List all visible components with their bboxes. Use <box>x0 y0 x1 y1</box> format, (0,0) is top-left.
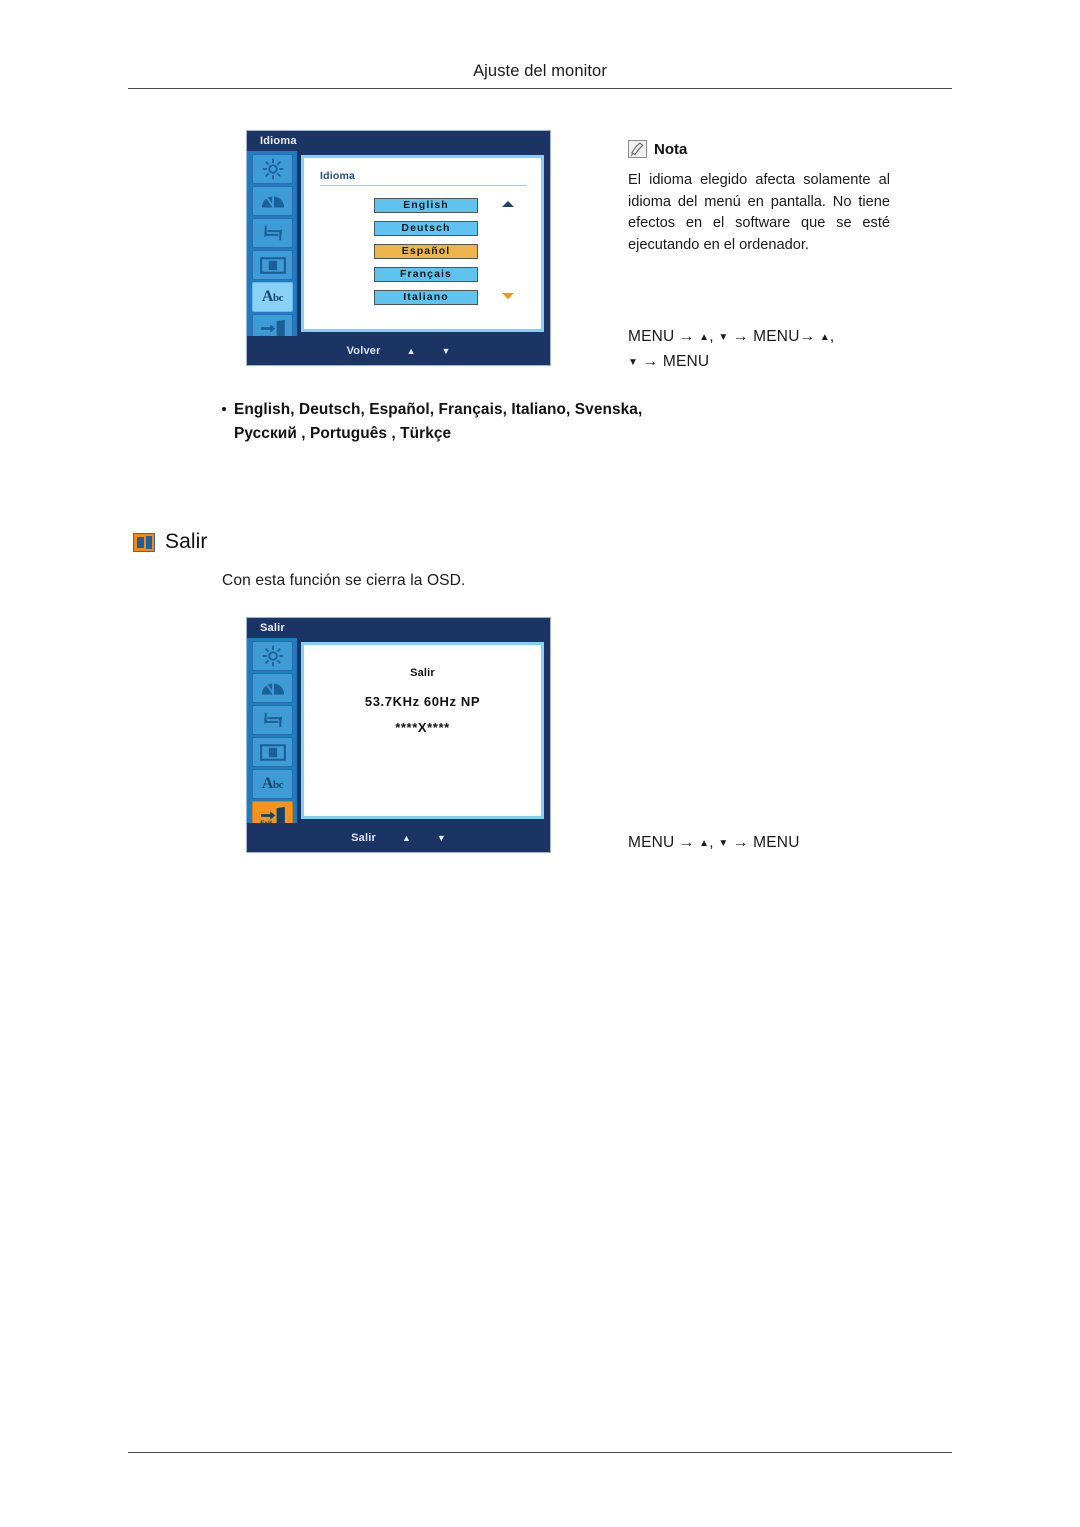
osd-exit-footer: Salir ▲ ▼ <box>247 823 550 852</box>
language-option-francais[interactable]: Français <box>374 267 478 282</box>
triangle-up-icon-1: ▲ <box>699 332 710 343</box>
triangle-down-icon[interactable] <box>502 293 514 299</box>
osd-exit-sidebar: Abc Exit <box>247 638 297 831</box>
language-abc-icon[interactable]: Abc <box>252 769 293 799</box>
osd-footer-up-icon[interactable]: ▲ <box>407 346 416 356</box>
note-pencil-glyph <box>630 142 644 157</box>
osd-footer-label-salir[interactable]: Salir <box>351 832 376 844</box>
osd-exit-stars: ****X**** <box>395 720 450 735</box>
comma-2: , <box>829 328 835 345</box>
note-pencil-icon <box>628 140 647 158</box>
panel-heading-rule <box>320 185 527 186</box>
osd-exit-menu: Salir Abc Salir 53.7KHz 60Hz NP ****X***… <box>246 617 551 853</box>
note-header: Nota <box>628 140 898 158</box>
menu-path-exit-menu-2: MENU <box>753 834 800 851</box>
osd-language-menu: Idioma Abc Idioma English Deutsch Españo… <box>246 130 551 366</box>
page-title: Ajuste del monitor <box>473 62 607 80</box>
osd-language-footer: Volver ▲ ▼ <box>247 336 550 365</box>
bullet-dot-icon <box>222 407 226 411</box>
section-description-salir: Con esta función se cierra la OSD. <box>222 572 466 589</box>
comma-3: , <box>709 834 714 851</box>
triangle-up-icon[interactable] <box>502 201 514 207</box>
osd-footer-down-icon[interactable]: ▼ <box>437 833 446 843</box>
screen-size-glyph <box>259 256 286 274</box>
image-reset-icon[interactable] <box>252 218 293 248</box>
osd-footer-up-icon[interactable]: ▲ <box>402 833 411 843</box>
menu-path-menu-1: MENU <box>628 328 675 345</box>
arrow-right-icon-5: → <box>678 834 695 851</box>
contrast-gauge-glyph <box>261 195 284 208</box>
abc-glyph: Abc <box>261 775 284 792</box>
screen-size-icon[interactable] <box>252 737 293 767</box>
menu-path-exit-menu-1: MENU <box>628 834 675 851</box>
osd-exit-panel-title: Salir <box>410 667 435 679</box>
language-abc-icon[interactable]: Abc <box>252 282 293 312</box>
footer-divider <box>128 1452 952 1453</box>
supported-languages-line2: Русский , Português , Türkçe <box>234 425 452 442</box>
door-panel-right <box>146 535 152 549</box>
screen-size-icon[interactable] <box>252 250 293 280</box>
arrow-right-icon-4: → <box>642 353 659 370</box>
osd-language-screen: Idioma English Deutsch Español Français … <box>301 155 544 332</box>
section-heading-salir: Salir <box>133 530 208 554</box>
osd-exit-title: Salir <box>247 618 550 638</box>
menu-path-menu-2: MENU <box>753 328 800 345</box>
osd-exit-frequency: 53.7KHz 60Hz NP <box>364 694 481 709</box>
osd-footer-label-volver[interactable]: Volver <box>347 345 381 357</box>
abc-glyph: Abc <box>261 288 284 305</box>
note-block: Nota El idioma elegido afecta solamente … <box>628 140 898 256</box>
osd-language-panel-label: Idioma <box>320 170 356 182</box>
triangle-down-icon-2: ▼ <box>628 357 639 368</box>
menu-path-exit: MENU → ▲, ▼ → MENU <box>628 831 938 856</box>
supported-languages-line1: English, Deutsch, Español, Français, Ita… <box>234 401 643 418</box>
osd-language-title: Idioma <box>247 131 550 151</box>
language-option-english[interactable]: English <box>374 198 478 213</box>
screen-size-glyph <box>259 743 286 761</box>
triangle-up-icon-3: ▲ <box>699 838 710 849</box>
door-panel-left <box>137 536 144 548</box>
osd-exit-screen: Salir 53.7KHz 60Hz NP ****X**** <box>301 642 544 819</box>
note-body: El idioma elegido afecta solamente al id… <box>628 172 890 253</box>
language-option-espanol[interactable]: Español <box>374 244 478 259</box>
image-reset-glyph <box>263 712 282 728</box>
brightness-icon[interactable] <box>252 154 293 184</box>
brightness-glyph <box>262 645 283 667</box>
menu-path-menu-3: MENU <box>662 353 710 370</box>
arrow-right-icon-2: → <box>732 328 749 345</box>
image-reset-glyph <box>263 225 282 241</box>
language-option-italiano[interactable]: Italiano <box>374 290 478 305</box>
image-reset-icon[interactable] <box>252 705 293 735</box>
arrow-right-icon-3: → <box>799 328 816 345</box>
osd-exit-panel: Salir 53.7KHz 60Hz NP ****X**** <box>304 645 541 816</box>
section-title-salir: Salir <box>165 530 208 553</box>
osd-language-panel-heading: Idioma <box>320 170 527 186</box>
triangle-down-icon-3: ▼ <box>718 838 729 849</box>
note-title: Nota <box>654 140 688 158</box>
contrast-gauge-icon[interactable] <box>252 186 293 216</box>
contrast-gauge-icon[interactable] <box>252 673 293 703</box>
arrow-right-icon-1: → <box>678 328 695 345</box>
language-option-list: English Deutsch Español Français Italian… <box>374 198 478 313</box>
menu-path-language: MENU → ▲, ▼ → MENU→ ▲, ▼ → MENU <box>628 325 928 375</box>
triangle-up-icon-2: ▲ <box>819 332 830 343</box>
brightness-icon[interactable] <box>252 641 293 671</box>
arrow-right-icon-6: → <box>732 834 749 851</box>
contrast-gauge-glyph <box>261 682 284 695</box>
header-divider <box>128 88 952 89</box>
supported-languages-bullet: English, Deutsch, Español, Français, Ita… <box>222 398 862 446</box>
brightness-glyph <box>262 158 283 180</box>
osd-footer-down-icon[interactable]: ▼ <box>442 346 451 356</box>
language-option-deutsch[interactable]: Deutsch <box>374 221 478 236</box>
comma-1: , <box>709 328 714 345</box>
triangle-down-icon-1: ▼ <box>718 332 729 343</box>
osd-language-sidebar: Abc Exit <box>247 151 297 344</box>
exit-door-icon <box>133 532 155 552</box>
